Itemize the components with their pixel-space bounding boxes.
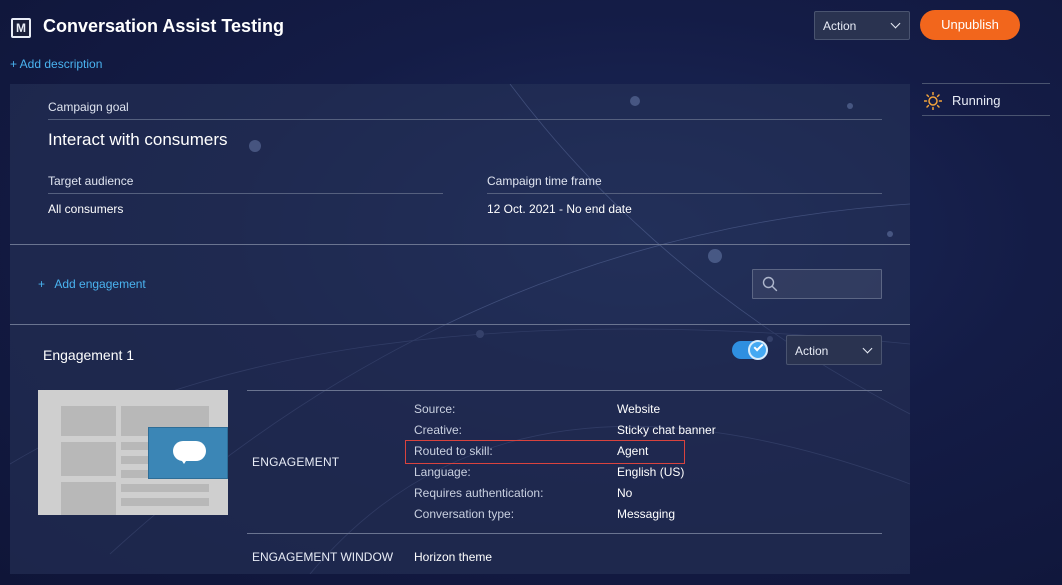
divider	[247, 533, 882, 534]
chat-bubble-tail	[180, 458, 188, 464]
engagement-heading: ENGAGEMENT	[252, 455, 340, 469]
action-dropdown[interactable]: Action	[814, 11, 910, 40]
status-label: Running	[952, 93, 1001, 108]
engagement-action-dropdown[interactable]: Action	[786, 335, 882, 365]
action-dropdown-label: Action	[823, 19, 857, 33]
language-value: English (US)	[617, 465, 685, 479]
conversation-type-label: Conversation type:	[414, 507, 515, 521]
section-divider	[10, 244, 910, 245]
campaign-goal-value[interactable]: Interact with consumers	[48, 130, 228, 150]
thumb-block	[61, 406, 116, 436]
campaign-status: Running	[922, 83, 1050, 116]
routed-to-skill-label: Routed to skill:	[414, 444, 493, 458]
sticky-chat-banner	[148, 427, 228, 479]
target-audience-label: Target audience	[48, 174, 134, 188]
divider	[247, 390, 882, 391]
thumb-block	[61, 442, 116, 476]
toggle-knob	[748, 340, 768, 360]
time-frame-value[interactable]: 12 Oct. 2021 - No end date	[487, 202, 632, 216]
add-engagement-link[interactable]: + Add engagement	[38, 277, 146, 291]
app-logo-icon: M	[11, 18, 31, 38]
thumb-block	[61, 482, 116, 515]
page-title: Conversation Assist Testing	[43, 16, 285, 36]
thumb-block	[121, 484, 209, 492]
engagement-window-heading: ENGAGEMENT WINDOW	[252, 550, 394, 564]
divider	[48, 193, 443, 194]
target-audience-value[interactable]: All consumers	[48, 202, 123, 216]
chat-bubble-icon	[173, 441, 206, 461]
engagement-card: Engagement 1 Action ENGAGEMENT Source: W…	[10, 325, 910, 574]
engagement-search-input[interactable]	[752, 269, 882, 299]
unpublish-button[interactable]: Unpublish	[920, 10, 1020, 40]
chevron-down-icon	[890, 18, 901, 29]
language-label: Language:	[414, 465, 471, 479]
conversation-type-value: Messaging	[617, 507, 676, 521]
requires-authentication-label: Requires authentication:	[414, 486, 544, 500]
thumb-block	[121, 498, 209, 506]
source-value: Website	[617, 402, 661, 416]
source-label: Source:	[414, 402, 456, 416]
engagement-thumbnail[interactable]	[38, 390, 228, 515]
campaign-goal-label: Campaign goal	[48, 100, 129, 114]
engagement-title: Engagement 1	[43, 347, 135, 363]
sun-icon	[924, 92, 942, 110]
creative-label: Creative:	[414, 423, 463, 437]
divider	[48, 119, 882, 120]
add-description-link[interactable]: + Add description	[10, 57, 102, 71]
engagement-window-value[interactable]: Horizon theme	[414, 550, 492, 564]
chevron-down-icon	[862, 343, 873, 354]
routed-to-skill-value: Agent	[617, 444, 649, 458]
campaign-panel: Campaign goal Interact with consumers Ta…	[10, 84, 910, 574]
divider	[487, 193, 882, 194]
search-icon	[762, 276, 778, 292]
action-dropdown-label: Action	[795, 344, 829, 358]
creative-value: Sticky chat banner	[617, 423, 716, 437]
engagement-toggle[interactable]	[732, 340, 768, 360]
requires-authentication-value: No	[617, 486, 633, 500]
check-icon	[753, 341, 764, 352]
time-frame-label: Campaign time frame	[487, 174, 602, 188]
